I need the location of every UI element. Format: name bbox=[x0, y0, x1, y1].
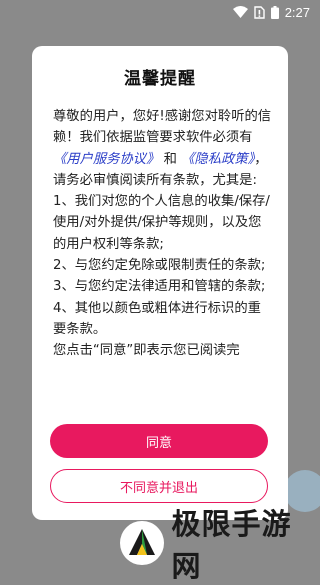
battery-icon bbox=[270, 5, 279, 19]
status-bar: 2:27 bbox=[0, 0, 320, 24]
dialog-title: 温馨提醒 bbox=[124, 69, 196, 89]
intro-paragraph: 尊敬的用户，您好!感谢您对聆听的信赖！我们依据监管要求软件必须有《用户服务协议》… bbox=[53, 106, 274, 191]
clause-item: 3、与您约定法律适用和管辖的条款; bbox=[53, 279, 266, 295]
trailing-text: 您点击“同意”即表示您已阅读完 bbox=[53, 343, 240, 359]
and-text: 和 bbox=[163, 151, 177, 167]
privacy-dialog: 温馨提醒 尊敬的用户，您好!感谢您对聆听的信赖！我们依据监管要求软件必须有《用户… bbox=[32, 46, 288, 520]
intro-text: 尊敬的用户，您好!感谢您对聆听的信赖！我们依据监管要求软件必须有 bbox=[53, 109, 272, 146]
wifi-icon bbox=[232, 6, 248, 18]
agree-button[interactable]: 同意 bbox=[50, 424, 268, 458]
dialog-body[interactable]: 尊敬的用户，您好!感谢您对聆听的信赖！我们依据监管要求软件必须有《用户服务协议》… bbox=[53, 106, 274, 412]
user-agreement-link[interactable]: 《用户服务协议》 bbox=[53, 152, 159, 167]
no-sim-icon bbox=[253, 5, 265, 19]
clause-item: 1、我们对您的个人信息的收集/保存/使用/对外提供/保护等规则，以及您的用户权利… bbox=[53, 194, 270, 252]
watermark: 极限手游网 bbox=[120, 507, 320, 583]
privacy-policy-link[interactable]: 《隐私政策》 bbox=[181, 152, 254, 167]
clause-item: 2、与您约定免除或限制责任的条款; bbox=[53, 258, 266, 274]
watermark-logo-icon bbox=[120, 521, 164, 565]
clause-item: 4、其他以颜色或粗体进行标识的重要条款。 bbox=[53, 300, 261, 337]
decline-exit-button[interactable]: 不同意并退出 bbox=[50, 469, 268, 503]
clock: 2:27 bbox=[284, 4, 310, 20]
watermark-text: 极限手游网 bbox=[171, 507, 292, 583]
